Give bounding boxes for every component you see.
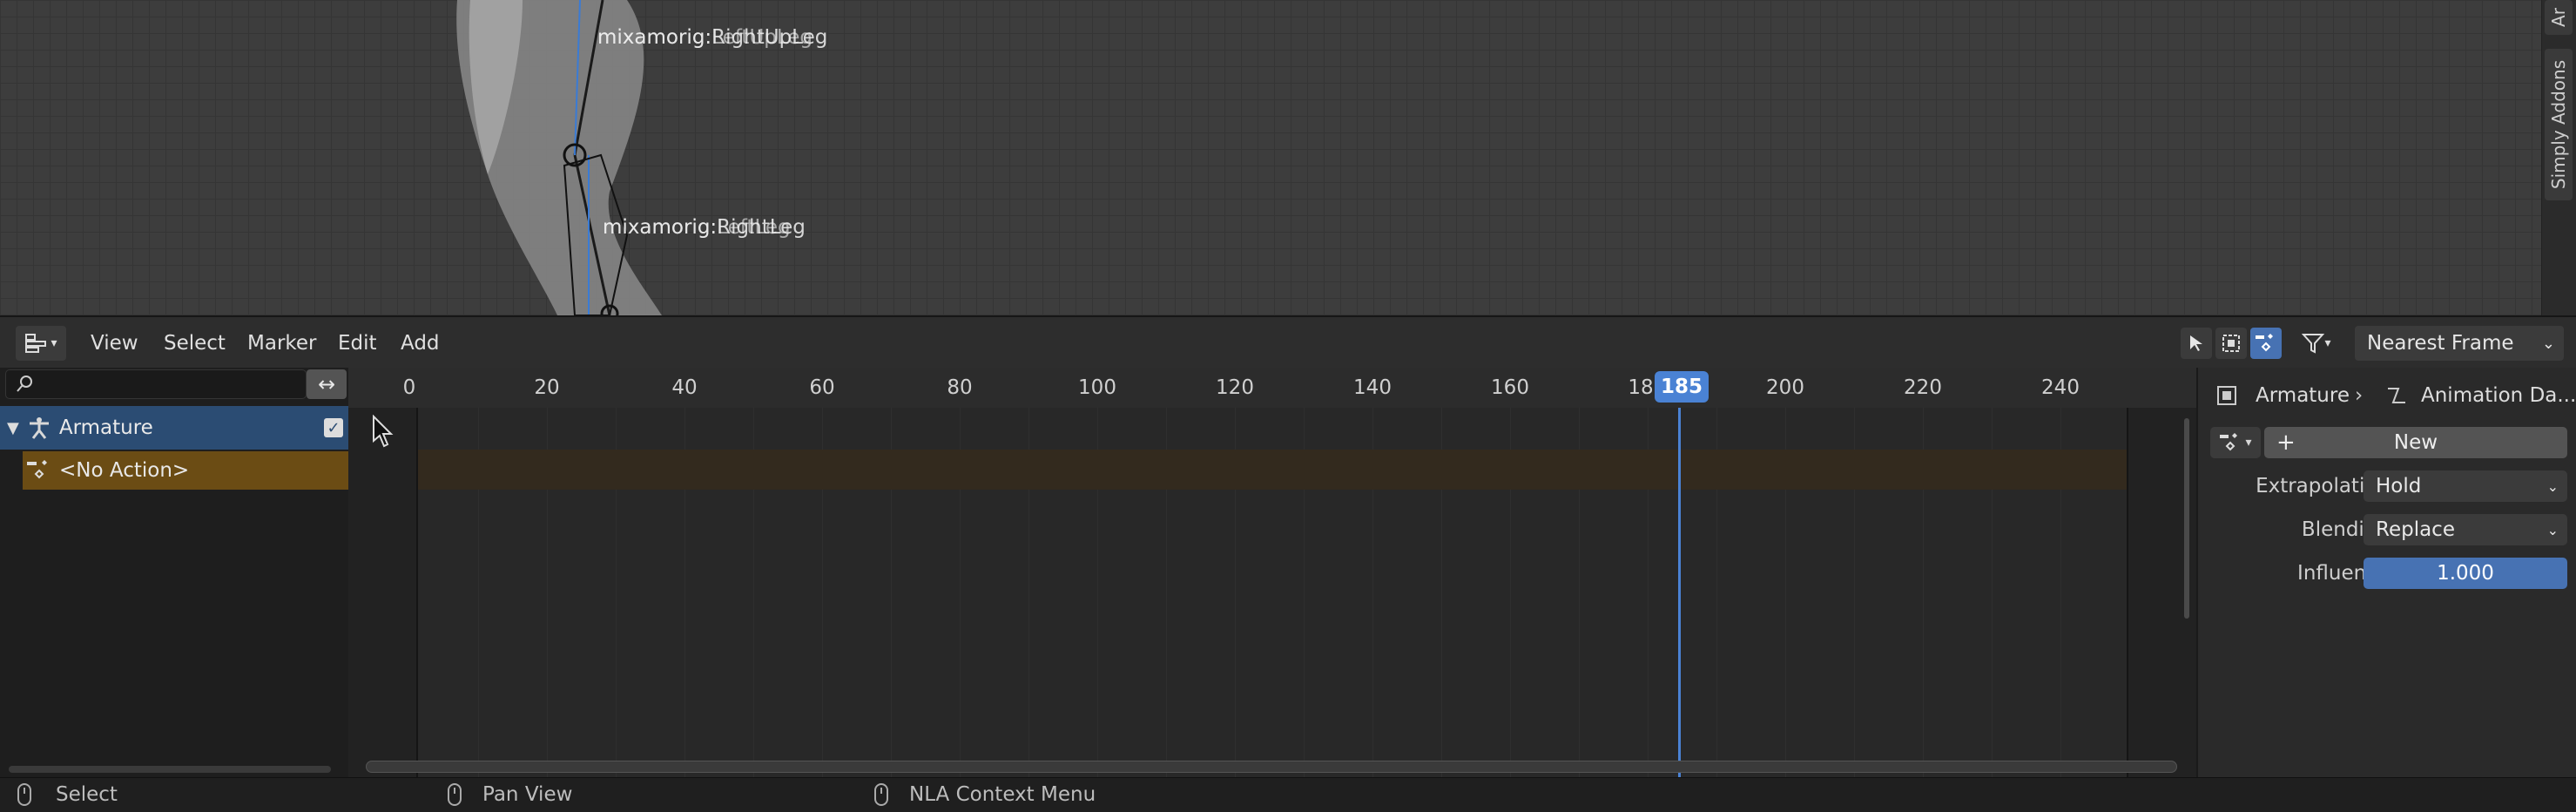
nla-header: ▾ View Select Marker Edit Add ▾ Nearest … (0, 315, 2576, 368)
horizontal-scrollbar[interactable] (366, 761, 2177, 773)
tick-label: 240 (2041, 376, 2080, 399)
arrows-horizontal-icon: ↔ (317, 372, 336, 396)
tick-label: 140 (1353, 376, 1392, 399)
filter-icon (2302, 334, 2325, 354)
tick-label: 20 (534, 376, 560, 399)
tab-ar[interactable]: Ar (2545, 0, 2573, 35)
action-mode-button[interactable] (2250, 328, 2282, 359)
channel-row-armature[interactable]: ▼ Armature ✓ (0, 406, 348, 450)
channel-search-input[interactable] (5, 369, 307, 399)
character-mesh (456, 0, 662, 315)
expand-triangle-icon[interactable]: ▼ (7, 419, 19, 437)
nla-editor: ▾ View Select Marker Edit Add ▾ Nearest … (0, 315, 2576, 812)
nla-sidebar: Armature › Animation Da... ▾ + New Extra… (2196, 368, 2576, 777)
action-track[interactable] (348, 450, 2196, 490)
tick-label: 40 (671, 376, 698, 399)
plus-icon: + (2276, 430, 2296, 456)
status-pan-view: Pan View (448, 783, 572, 806)
status-select: Select (17, 783, 118, 806)
nla-editor-icon (25, 334, 47, 353)
influence-slider[interactable]: 1.000 (2364, 558, 2567, 589)
influence-row: Influence 1.000 (2198, 554, 2576, 592)
breadcrumb: Armature › Animation Da... (2198, 376, 2576, 415)
tick-label: 60 (809, 376, 835, 399)
status-context-menu: NLA Context Menu (874, 783, 1096, 806)
animation-data-icon (2388, 388, 2405, 403)
vertical-scrollbar[interactable] (2184, 418, 2189, 619)
3d-viewport[interactable]: mixamorig:RightUpLeg mixamorig:LeftUpLeg… (0, 0, 2576, 315)
blending-row: Blending Replace ⌄ (2198, 511, 2576, 549)
box-select-icon (2222, 335, 2240, 352)
extrapolation-row: Extrapolation Hold ⌄ (2198, 467, 2576, 505)
tick-label: 200 (1766, 376, 1804, 399)
breadcrumb-animation-data: Animation Da... (2421, 384, 2576, 407)
action-icon (2256, 334, 2273, 352)
mouse-cursor-icon (373, 415, 394, 448)
tick-label: 80 (947, 376, 973, 399)
mouse-right-icon (874, 783, 888, 806)
tick-label: 100 (1078, 376, 1116, 399)
chevron-down-icon: ▾ (2324, 336, 2331, 350)
tick-label: 0 (402, 376, 416, 399)
menu-view[interactable]: View (91, 326, 138, 361)
status-bar: Select Pan View NLA Context Menu (0, 777, 2576, 812)
mouse-left-icon (17, 783, 31, 806)
action-label: <No Action> (59, 459, 190, 482)
channel-scrollbar[interactable] (9, 766, 331, 773)
bone-label-left-up-leg: mixamorig:LeftUpLeg (597, 26, 813, 49)
playhead-line[interactable] (1678, 408, 1681, 777)
frame-ruler[interactable]: 0 20 40 60 80 100 120 140 160 18 200 220… (348, 368, 2196, 408)
search-icon (17, 376, 32, 392)
chevron-right-icon: › (2355, 384, 2364, 407)
extrapolation-select[interactable]: Hold ⌄ (2364, 470, 2567, 502)
cursor-icon (2190, 335, 2202, 351)
breadcrumb-object: Armature (2256, 384, 2350, 407)
tick-label: 18 (1628, 376, 1654, 399)
tweak-tool-button[interactable] (2181, 328, 2212, 359)
channel-row-action[interactable]: <No Action> (23, 451, 348, 490)
tick-label: 120 (1216, 376, 1254, 399)
menu-edit[interactable]: Edit (338, 326, 377, 361)
menu-add[interactable]: Add (401, 326, 440, 361)
chevron-down-icon: ⌄ (2546, 521, 2559, 538)
armature-checkbox[interactable]: ✓ (324, 418, 343, 437)
action-browse-button[interactable]: ▾ (2210, 427, 2261, 458)
range-before-start (348, 408, 418, 777)
current-frame-indicator[interactable]: 185 (1655, 371, 1709, 403)
new-label: New (2393, 431, 2438, 454)
chevron-down-icon: ▾ (51, 336, 57, 350)
swap-button[interactable]: ↔ (307, 369, 347, 399)
filter-button[interactable]: ▾ (2292, 328, 2341, 359)
mouse-middle-icon (448, 783, 462, 806)
nla-timeline[interactable] (348, 408, 2196, 777)
chevron-down-icon: ⌄ (2546, 477, 2559, 495)
action-icon (27, 460, 47, 479)
chevron-down-icon: ⌄ (2541, 334, 2555, 353)
armature-icon (29, 417, 49, 439)
object-icon (2217, 386, 2236, 405)
editor-type-button[interactable]: ▾ (16, 326, 66, 361)
bone-label-left-leg: mixamorig:LeftLeg (603, 216, 791, 239)
tick-label: 160 (1491, 376, 1529, 399)
action-new-row: ▾ + New (2198, 423, 2576, 462)
chevron-down-icon: ▾ (2245, 436, 2252, 450)
tab-simply-addons[interactable]: Simply Addons (2545, 49, 2573, 200)
menu-marker[interactable]: Marker (247, 326, 317, 361)
box-select-button[interactable] (2215, 328, 2247, 359)
new-action-button[interactable]: + New (2264, 427, 2567, 458)
action-icon (2220, 433, 2238, 451)
snap-mode-select[interactable]: Nearest Frame ⌄ (2355, 326, 2564, 361)
blending-select[interactable]: Replace ⌄ (2364, 514, 2567, 545)
armature-label: Armature (58, 416, 153, 439)
menu-select[interactable]: Select (164, 326, 226, 361)
viewport-sidebar-tabs: Ar Simply Addons (2541, 0, 2576, 315)
tick-label: 220 (1904, 376, 1942, 399)
